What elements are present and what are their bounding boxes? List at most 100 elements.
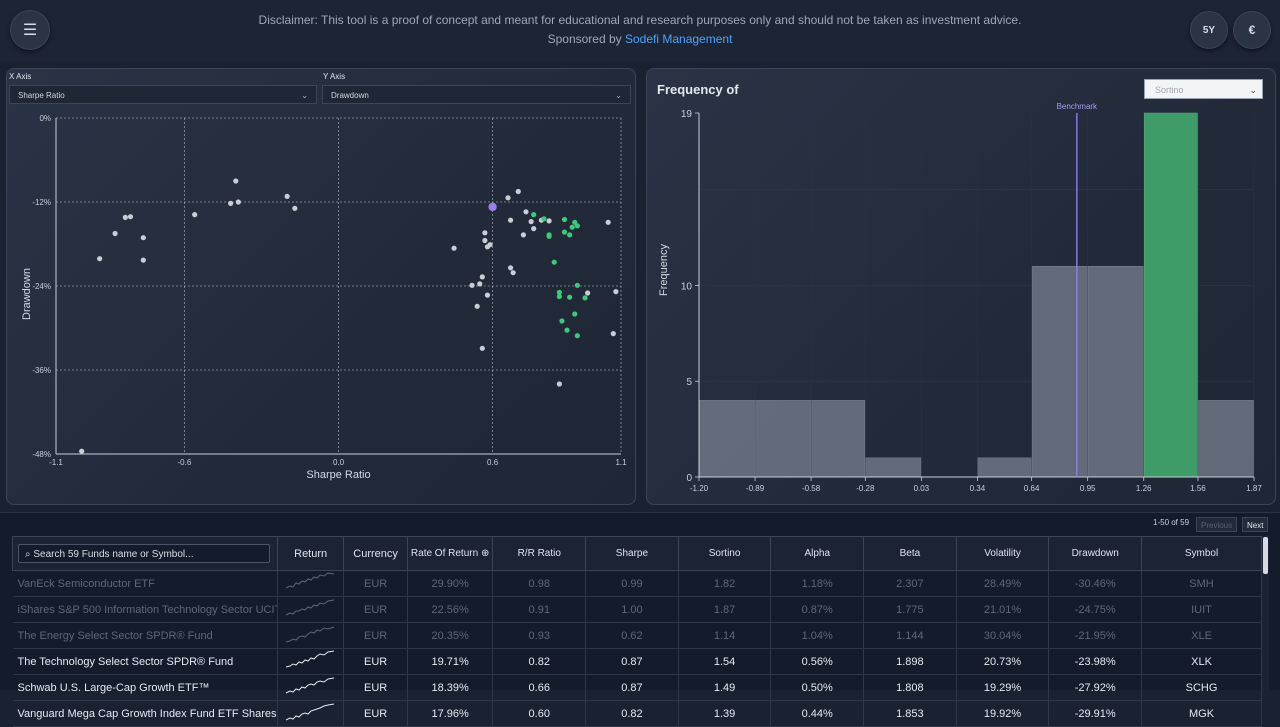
fund-symbol: IUIT xyxy=(1141,596,1262,623)
scatter-point xyxy=(531,226,537,232)
fund-alpha: 1.04% xyxy=(770,622,865,649)
scatter-point xyxy=(479,345,485,351)
y-tick-label: -24% xyxy=(32,282,51,291)
fund-sharpe: 0.82 xyxy=(585,700,679,727)
scatter-point xyxy=(585,290,591,296)
fund-sortino: 1.87 xyxy=(678,596,772,623)
scatter-point xyxy=(127,214,134,220)
next-button[interactable]: Next xyxy=(1242,517,1269,532)
scatter-point xyxy=(569,224,575,230)
table-row[interactable]: The Technology Select Sector SPDR® Fund E… xyxy=(12,648,1262,675)
fund-sharpe: 0.62 xyxy=(585,622,679,649)
scatter-point xyxy=(610,331,616,337)
period-button[interactable]: 5Y xyxy=(1190,11,1228,49)
fund-currency: EUR xyxy=(343,570,408,597)
scatter-point xyxy=(510,270,516,276)
fund-name[interactable]: The Energy Select Sector SPDR® Fund xyxy=(12,622,278,649)
scatter-point xyxy=(112,230,118,237)
scatter-point xyxy=(572,311,578,317)
fund-currency: EUR xyxy=(343,622,408,649)
histogram-title: Frequency of xyxy=(657,82,739,97)
fund-symbol: SCHG xyxy=(1141,674,1262,701)
scatter-point xyxy=(482,230,488,236)
fund-sharpe: 1.00 xyxy=(585,596,679,623)
return-sparkline xyxy=(277,674,345,701)
scatter-point xyxy=(515,188,521,195)
col-header-sortino[interactable]: Sortino xyxy=(677,536,772,571)
col-header-symbol[interactable]: Symbol xyxy=(1141,536,1262,571)
fund-name[interactable]: VanEck Semiconductor ETF xyxy=(12,570,278,597)
histogram-panel xyxy=(646,68,1276,505)
scatter-point xyxy=(482,237,488,244)
fund-currency: EUR xyxy=(343,674,408,701)
table-row[interactable]: Vanguard Mega Cap Growth Index Fund ETF … xyxy=(12,700,1262,727)
col-header-currency[interactable]: Currency xyxy=(343,536,408,571)
search-input[interactable]: ⌕ Search 59 Funds name or Symbol... xyxy=(18,544,270,563)
fund-symbol: SMH xyxy=(1141,570,1262,597)
fund-name[interactable]: Vanguard Mega Cap Growth Index Fund ETF … xyxy=(12,700,278,727)
table-row[interactable]: Schwab U.S. Large-Cap Growth ETF™ EUR 18.3… xyxy=(12,674,1262,701)
scatter-point xyxy=(235,199,241,205)
scatter-point xyxy=(487,242,493,248)
y-axis-title: Drawdown xyxy=(21,268,33,320)
col-header-rate-label: Rate Of Return xyxy=(410,548,479,559)
pagination-range: 1-50 of 59 xyxy=(1153,518,1190,527)
fund-name[interactable]: Schwab U.S. Large-Cap Growth ETF™ xyxy=(12,674,278,701)
scatter-point xyxy=(556,381,562,387)
scatter-point xyxy=(561,229,568,235)
fund-name[interactable]: iShares S&P 500 Information Technology S… xyxy=(12,596,278,623)
fund-sortino: 1.49 xyxy=(678,674,772,701)
fund-beta: 1.144 xyxy=(863,622,957,649)
fund-volatility: 21.01% xyxy=(956,596,1050,623)
fund-rate: 19.71% xyxy=(407,648,494,675)
y-tick-label: -12% xyxy=(32,198,51,207)
col-header-rate[interactable]: Rate Of Return ⊕ xyxy=(406,536,494,571)
scatter-point xyxy=(520,232,527,238)
fund-sortino: 1.14 xyxy=(678,622,772,649)
col-header-rr[interactable]: R/R Ratio xyxy=(492,536,587,571)
fund-rr: 0.60 xyxy=(492,700,587,727)
fund-volatility: 19.92% xyxy=(956,700,1050,727)
scatter-point xyxy=(479,274,485,280)
col-header-sharpe[interactable]: Sharpe xyxy=(585,536,679,571)
scatter-point xyxy=(228,200,234,206)
x-tick-label: -0.6 xyxy=(178,458,192,467)
table-row[interactable]: The Energy Select Sector SPDR® Fund EUR 20… xyxy=(12,622,1262,649)
sponsor-link[interactable]: Sodefi Management xyxy=(625,32,732,46)
scatter-point xyxy=(140,257,146,263)
return-sparkline xyxy=(277,570,345,597)
scatter-point xyxy=(541,216,547,222)
x-tick-label: 0.0 xyxy=(333,458,345,467)
scatter-point xyxy=(505,195,511,201)
table-row[interactable]: VanEck Semiconductor ETF EUR 29.90% 0.98 0.9… xyxy=(12,570,1262,597)
currency-button[interactable]: € xyxy=(1233,11,1271,49)
col-header-drawdown[interactable]: Drawdown xyxy=(1048,536,1143,571)
col-header-beta[interactable]: Beta xyxy=(863,536,957,571)
table-row[interactable]: iShares S&P 500 Information Technology S… xyxy=(12,596,1262,623)
fund-beta: 1.853 xyxy=(863,700,957,727)
fund-name[interactable]: The Technology Select Sector SPDR® Fund xyxy=(12,648,278,675)
scrollbar-thumb[interactable] xyxy=(1263,537,1268,574)
metric-select[interactable]: Sortino ⌄ xyxy=(1144,79,1263,99)
search-icon: ⌕ xyxy=(25,549,31,560)
fund-sortino: 1.82 xyxy=(678,570,772,597)
search-placeholder: Search 59 Funds name or Symbol... xyxy=(33,549,194,560)
fund-volatility: 20.73% xyxy=(956,648,1050,675)
col-header-volatility[interactable]: Volatility xyxy=(955,536,1050,571)
fund-drawdown: -21.95% xyxy=(1048,622,1143,649)
return-sparkline xyxy=(277,700,345,727)
col-header-return[interactable]: Return xyxy=(276,536,345,571)
fund-rr: 0.93 xyxy=(492,622,587,649)
previous-button[interactable]: Previous xyxy=(1196,517,1238,532)
scatter-point xyxy=(140,235,146,241)
fund-volatility: 30.04% xyxy=(956,622,1050,649)
fund-sharpe: 0.87 xyxy=(585,648,679,675)
fund-rate: 17.96% xyxy=(407,700,494,727)
col-header-alpha[interactable]: Alpha xyxy=(770,536,865,571)
fund-drawdown: -27.92% xyxy=(1048,674,1143,701)
fund-alpha: 0.50% xyxy=(770,674,865,701)
fund-rr: 0.91 xyxy=(492,596,587,623)
scatter-chart: -1.1 -0.6 0.0 0.6 1.1 0% -12% -24% -36% -48% Sharp… xyxy=(21,114,627,481)
y-tick-label: -36% xyxy=(32,366,51,375)
fund-alpha: 1.18% xyxy=(770,570,865,597)
